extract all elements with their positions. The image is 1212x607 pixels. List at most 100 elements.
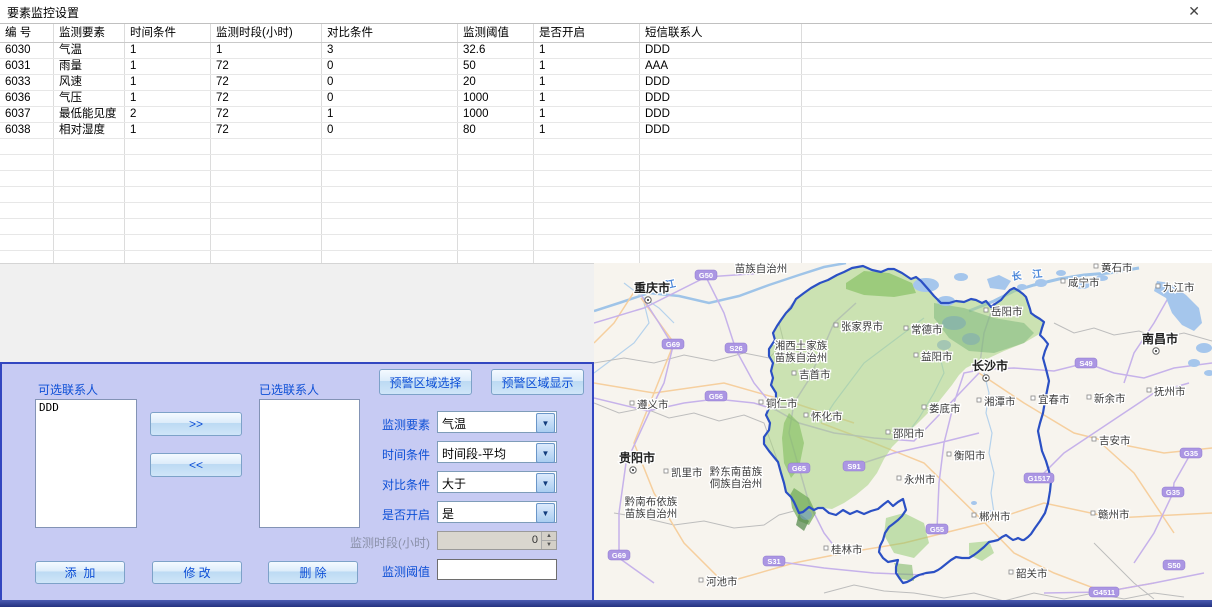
table-row[interactable]: 6033风速1720201DDD xyxy=(0,75,1212,91)
table-cell[interactable]: 相对湿度 xyxy=(54,123,125,138)
table-cell[interactable]: 气温 xyxy=(54,43,125,58)
svg-text:益阳市: 益阳市 xyxy=(921,350,953,363)
warning-area-show-button[interactable]: 预警区域显示 xyxy=(491,369,584,395)
table-cell[interactable]: 1 xyxy=(125,59,211,74)
table-cell[interactable] xyxy=(802,59,1212,74)
table-header-row[interactable]: 编 号监测要素时间条件监测时段(小时)对比条件监测阈值是否开启短信联系人 xyxy=(0,24,1212,43)
table-cell[interactable] xyxy=(802,75,1212,90)
table-cell[interactable]: 1 xyxy=(534,59,640,74)
table-row[interactable]: 6036气压172010001DDD xyxy=(0,91,1212,107)
table-cell[interactable]: 1 xyxy=(125,123,211,138)
table-cell[interactable]: DDD xyxy=(640,123,802,138)
move-left-button[interactable]: << xyxy=(150,453,242,477)
available-contacts-list[interactable]: DDD xyxy=(35,399,137,528)
table-cell[interactable]: 80 xyxy=(458,123,534,138)
table-cell[interactable]: 32.6 xyxy=(458,43,534,58)
chevron-down-icon[interactable]: ▼ xyxy=(536,413,555,433)
table-cell[interactable] xyxy=(802,123,1212,138)
column-header[interactable]: 监测时段(小时) xyxy=(211,24,322,42)
svg-text:S26: S26 xyxy=(729,344,742,353)
table-cell[interactable]: 6038 xyxy=(0,123,54,138)
table-cell[interactable]: 72 xyxy=(211,91,322,106)
delete-button[interactable]: 删 除 xyxy=(268,561,358,584)
table-row xyxy=(0,155,1212,171)
table-cell[interactable]: 1 xyxy=(534,123,640,138)
table-cell[interactable]: 3 xyxy=(322,43,458,58)
spin-down-icon[interactable]: ▼ xyxy=(541,541,556,549)
table-row[interactable]: 6038相对湿度1720801DDD xyxy=(0,123,1212,139)
table-cell[interactable]: 72 xyxy=(211,59,322,74)
table-cell[interactable]: 风速 xyxy=(54,75,125,90)
table-cell[interactable]: 1 xyxy=(534,43,640,58)
table-cell[interactable]: 1 xyxy=(125,91,211,106)
available-contacts-label: 可选联系人 xyxy=(38,381,98,398)
table-cell[interactable]: 72 xyxy=(211,107,322,122)
table-cell[interactable] xyxy=(802,43,1212,58)
table-cell[interactable]: 72 xyxy=(211,75,322,90)
table-cell[interactable]: DDD xyxy=(640,43,802,58)
close-icon[interactable]: ✕ xyxy=(1188,4,1200,18)
table-cell[interactable]: 0 xyxy=(322,75,458,90)
element-combo[interactable]: 气温 ▼ xyxy=(437,411,557,433)
table-cell[interactable]: 1000 xyxy=(458,107,534,122)
warning-area-select-button[interactable]: 预警区域选择 xyxy=(379,369,472,395)
chevron-down-icon[interactable]: ▼ xyxy=(536,503,555,523)
table-cell[interactable]: 0 xyxy=(322,123,458,138)
table-cell[interactable]: 50 xyxy=(458,59,534,74)
table-cell[interactable]: 2 xyxy=(125,107,211,122)
table-cell[interactable]: DDD xyxy=(640,91,802,106)
table-cell[interactable]: 20 xyxy=(458,75,534,90)
table-cell[interactable] xyxy=(802,107,1212,122)
column-header[interactable]: 对比条件 xyxy=(322,24,458,42)
table-cell[interactable]: 6030 xyxy=(0,43,54,58)
period-spinner[interactable]: 0 ▲ ▼ xyxy=(437,531,557,550)
table-cell[interactable]: 0 xyxy=(322,59,458,74)
compare-condition-combo[interactable]: 大于 ▼ xyxy=(437,471,557,493)
column-header[interactable]: 编 号 xyxy=(0,24,54,42)
table-cell[interactable]: 1 xyxy=(534,91,640,106)
enabled-combo[interactable]: 是 ▼ xyxy=(437,501,557,523)
chevron-down-icon[interactable]: ▼ xyxy=(536,473,555,493)
column-header[interactable]: 是否开启 xyxy=(534,24,640,42)
threshold-input[interactable] xyxy=(437,559,557,580)
column-header[interactable]: 时间条件 xyxy=(125,24,211,42)
table-row[interactable]: 6031雨量1720501AAA xyxy=(0,59,1212,75)
table-row[interactable]: 6037最低能见度272110001DDD xyxy=(0,107,1212,123)
table-cell[interactable]: 1 xyxy=(322,107,458,122)
map-view[interactable]: G50G69S26G56G65S91S49G55G1517G35G35S31G6… xyxy=(594,263,1212,603)
table-cell[interactable]: 1 xyxy=(211,43,322,58)
table-cell[interactable]: 1 xyxy=(125,43,211,58)
table-cell[interactable]: AAA xyxy=(640,59,802,74)
column-header[interactable]: 监测要素 xyxy=(54,24,125,42)
table-cell[interactable]: 0 xyxy=(322,91,458,106)
spin-up-icon[interactable]: ▲ xyxy=(541,532,556,541)
modify-button[interactable]: 修 改 xyxy=(152,561,242,584)
table-cell[interactable]: 6031 xyxy=(0,59,54,74)
table-cell[interactable]: 1 xyxy=(125,75,211,90)
table-cell[interactable]: 6037 xyxy=(0,107,54,122)
table-cell[interactable]: 6033 xyxy=(0,75,54,90)
svg-text:张家界市: 张家界市 xyxy=(841,320,883,333)
table-cell[interactable] xyxy=(802,91,1212,106)
time-condition-combo[interactable]: 时间段-平均 ▼ xyxy=(437,441,557,463)
table-cell[interactable]: 6036 xyxy=(0,91,54,106)
column-header[interactable]: 监测阈值 xyxy=(458,24,534,42)
chevron-down-icon[interactable]: ▼ xyxy=(536,443,555,463)
table-cell[interactable]: 1 xyxy=(534,107,640,122)
table-row[interactable]: 6030气温11332.61DDD xyxy=(0,43,1212,59)
city-label: 抚州市 xyxy=(1147,385,1186,398)
move-right-button[interactable]: >> xyxy=(150,412,242,436)
column-header[interactable]: 短信联系人 xyxy=(640,24,802,42)
add-button[interactable]: 添 加 xyxy=(35,561,125,584)
table-cell[interactable]: 雨量 xyxy=(54,59,125,74)
table-cell[interactable]: DDD xyxy=(640,107,802,122)
table-cell[interactable]: 气压 xyxy=(54,91,125,106)
column-header[interactable] xyxy=(802,24,1212,42)
table-cell[interactable]: 72 xyxy=(211,123,322,138)
table-cell[interactable]: 最低能见度 xyxy=(54,107,125,122)
road-badge: G50 xyxy=(695,270,717,280)
list-item[interactable]: DDD xyxy=(36,400,136,415)
table-cell[interactable]: 1000 xyxy=(458,91,534,106)
table-cell[interactable]: DDD xyxy=(640,75,802,90)
table-cell[interactable]: 1 xyxy=(534,75,640,90)
